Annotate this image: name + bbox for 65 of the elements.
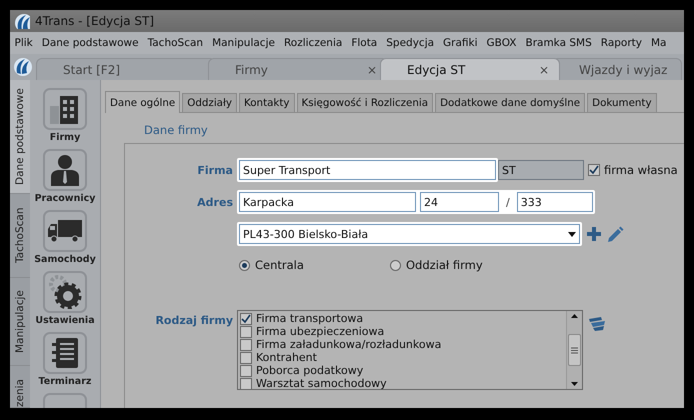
checkbox[interactable] [240,378,252,389]
person-icon [48,153,82,187]
separator-text: / [505,196,511,208]
flat-number-field[interactable]: 333 [516,192,593,212]
document-tab[interactable]: Edycja ST × [380,58,560,80]
menu-item[interactable]: Grafiki [438,37,482,49]
checkbox[interactable] [240,364,252,376]
close-button[interactable]: × [358,62,377,76]
checkbox[interactable] [240,312,252,324]
menu-item[interactable]: Spedycja [382,37,439,49]
short-name-field[interactable]: ST [498,160,584,180]
scroll-up-icon [571,314,578,318]
menu-item[interactable]: GBOX [482,37,521,49]
radio-label: Centrala [255,258,304,272]
gears-icon [48,275,82,309]
pencil-icon[interactable] [606,225,624,243]
menu-item[interactable]: Dane podstawowe [37,37,144,49]
menu-item[interactable]: Plik [10,37,38,49]
scrollbar[interactable] [566,311,582,389]
stacked-cards-icon [587,316,607,332]
menu-item[interactable]: Bramka SMS [521,37,596,49]
grip-icon [571,346,578,354]
checkbox[interactable] [240,338,252,350]
form-tab[interactable]: Dodatkowe dane domyślne [435,93,586,112]
checkbox-label: Firma ubezpieczeniowa [256,325,384,338]
menu-item[interactable]: TachoScan [143,37,208,49]
menu-item[interactable]: Raporty [596,37,646,49]
checkbox[interactable] [588,164,600,176]
scroll-down-icon [571,382,578,386]
app-logo-icon [13,57,33,77]
company-name-field[interactable]: Super Transport [239,160,496,180]
section-title: Dane firmy [143,122,209,139]
checkbox-label: firma własna [604,163,678,177]
checkbox-label: Kontrahent [256,351,317,364]
menu-item[interactable]: Ma [646,37,671,49]
plus-icon[interactable] [586,226,602,242]
field-label: Firma [196,164,234,176]
caret-icon [568,232,576,236]
field-label: Rodzaj firmy [154,313,234,327]
checkbox[interactable] [240,326,252,338]
side-tab[interactable]: Dane podstawowe [10,80,30,194]
radio-button[interactable] [390,260,401,270]
field-label: Adres [196,196,234,208]
form-tab[interactable]: Oddziały [182,93,238,112]
radio-button[interactable] [239,260,250,270]
notebook-icon [50,336,80,370]
checkbox-label: Warsztat samochodowy [256,377,387,389]
app-logo-icon [14,13,30,29]
checkbox[interactable] [240,352,252,364]
menu-item[interactable]: Rozliczenia [279,37,347,49]
checkbox-label: Poborca podatkowy [256,364,364,377]
checkbox-label: Firma transportowa [256,312,364,325]
form-tab[interactable]: Dane ogólne [105,91,180,113]
city-dropdown[interactable]: PL43-300 Bielsko-Biała [239,224,580,244]
window-title: 4Trans - [Edycja ST] [35,14,154,28]
form-tab[interactable]: Dokumenty [587,93,657,112]
house-number-field[interactable]: 24 [420,192,499,212]
radio-label: Oddział firmy [406,258,483,272]
close-button[interactable]: × [530,62,549,76]
form-tab[interactable]: Księgowość i Rozliczenia [296,93,434,112]
form-tab[interactable]: Kontakty [239,93,295,112]
checkbox-label: Firma załadunkowa/rozładunkowa [256,338,442,351]
menu-item[interactable]: Manipulacje [208,37,280,49]
street-field[interactable]: Karpacka [239,192,416,212]
menu-item[interactable]: Flota [346,37,382,49]
